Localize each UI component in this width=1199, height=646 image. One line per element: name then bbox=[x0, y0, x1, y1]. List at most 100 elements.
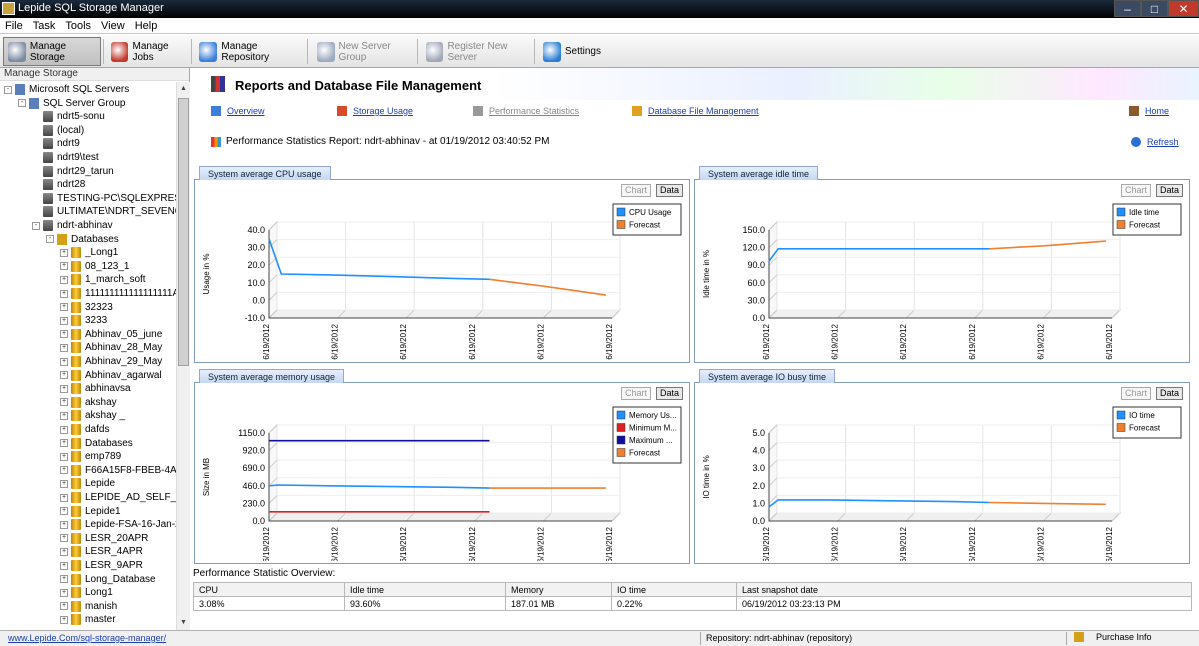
expand-icon[interactable]: + bbox=[60, 275, 68, 284]
tree-node[interactable]: + master bbox=[60, 613, 116, 626]
chart-tab-title[interactable]: System average idle time bbox=[699, 166, 819, 180]
nav-link-overview[interactable]: Overview bbox=[211, 106, 265, 116]
expand-icon[interactable]: + bbox=[60, 479, 68, 488]
tree-node[interactable]: +ndrt28 bbox=[32, 178, 85, 191]
chart-tab-title[interactable]: System average IO busy time bbox=[699, 369, 836, 383]
expand-icon[interactable]: + bbox=[60, 575, 68, 584]
scrollbar-thumb[interactable] bbox=[178, 98, 189, 366]
expand-icon[interactable]: + bbox=[60, 411, 68, 420]
expand-icon[interactable]: + bbox=[60, 384, 68, 393]
website-link[interactable]: www.Lepide.Com/sql-storage-manager/ bbox=[8, 633, 166, 643]
collapse-icon[interactable]: - bbox=[4, 85, 12, 94]
tree-node[interactable]: + Lepide1 bbox=[60, 505, 121, 518]
tree-node[interactable]: +ndrt5-sonu bbox=[32, 110, 105, 123]
tree-node[interactable]: + LESR_9APR bbox=[60, 559, 143, 572]
toolbar-settings-button[interactable]: Settings bbox=[539, 37, 605, 66]
tree-node[interactable]: +1_march_soft bbox=[60, 273, 146, 286]
collapse-icon[interactable]: - bbox=[18, 99, 26, 108]
menu-view[interactable]: View bbox=[96, 18, 130, 34]
menu-help[interactable]: Help bbox=[130, 18, 163, 34]
tree-node[interactable]: + emp789 bbox=[60, 450, 121, 463]
tree-node[interactable]: +32323 bbox=[60, 301, 113, 314]
nav-link-home[interactable]: Home bbox=[1129, 106, 1169, 116]
expand-icon[interactable]: + bbox=[60, 534, 68, 543]
expand-icon[interactable]: + bbox=[60, 493, 68, 502]
expand-icon[interactable]: + bbox=[60, 466, 68, 475]
tree-node[interactable]: + Long1 bbox=[60, 586, 113, 599]
tree-node[interactable]: - Microsoft SQL Servers bbox=[4, 83, 129, 96]
chart-tab-title[interactable]: System average CPU usage bbox=[199, 166, 331, 180]
tree-node[interactable]: +ndrt29_tarun bbox=[32, 165, 114, 178]
expand-icon[interactable]: + bbox=[60, 289, 68, 298]
tree-node[interactable]: + akshay bbox=[60, 396, 117, 409]
expand-icon[interactable]: + bbox=[60, 316, 68, 325]
nav-link-database-file-management[interactable]: Database File Management bbox=[632, 106, 759, 116]
expand-icon[interactable]: + bbox=[60, 398, 68, 407]
table-row[interactable]: 3.08% 93.60% 187.01 MB 0.22% 06/19/2012 … bbox=[193, 596, 1192, 611]
tree-node[interactable]: + akshay _ bbox=[60, 409, 125, 422]
tree-node[interactable]: + Abhinav_28_May bbox=[60, 341, 162, 354]
tree-node[interactable]: +ULTIMATE\NDRT_SEVEN64 bbox=[32, 205, 176, 218]
data-view-button[interactable]: Data bbox=[656, 387, 684, 400]
chart-view-button[interactable]: Chart bbox=[621, 184, 652, 197]
expand-icon[interactable]: + bbox=[60, 615, 68, 624]
chart-view-button[interactable]: Chart bbox=[1121, 387, 1152, 400]
tree-node[interactable]: +ndrt9\test bbox=[32, 151, 99, 164]
purchase-info[interactable]: Purchase Info bbox=[1074, 632, 1152, 642]
tree-node[interactable]: + Databases bbox=[60, 437, 133, 450]
expand-icon[interactable]: + bbox=[60, 343, 68, 352]
expand-icon[interactable]: + bbox=[60, 357, 68, 366]
tree-node[interactable]: - Databases bbox=[46, 233, 119, 246]
scroll-up-icon[interactable]: ▲ bbox=[177, 82, 190, 95]
expand-icon[interactable]: + bbox=[60, 507, 68, 516]
tree-node[interactable]: +TESTING-PC\SQLEXPRESS bbox=[32, 192, 176, 205]
expand-icon[interactable]: + bbox=[60, 547, 68, 556]
expand-icon[interactable]: + bbox=[60, 439, 68, 448]
tree-node[interactable]: +08_123_1 bbox=[60, 260, 130, 273]
data-view-button[interactable]: Data bbox=[1156, 387, 1184, 400]
expand-icon[interactable]: + bbox=[60, 303, 68, 312]
expand-icon[interactable]: + bbox=[60, 425, 68, 434]
expand-icon[interactable]: + bbox=[60, 561, 68, 570]
data-view-button[interactable]: Data bbox=[1156, 184, 1184, 197]
tree-node[interactable]: + abhinavsa bbox=[60, 382, 131, 395]
menu-file[interactable]: File bbox=[0, 18, 28, 34]
tree-scrollbar[interactable]: ▲ ▼ bbox=[176, 82, 190, 630]
data-view-button[interactable]: Data bbox=[656, 184, 684, 197]
tree-node[interactable]: + dafds bbox=[60, 423, 109, 436]
tree-node[interactable]: + Abhinav_agarwal bbox=[60, 369, 162, 382]
menu-task[interactable]: Task bbox=[28, 18, 61, 34]
tree-node[interactable]: + Lepide-FSA-16-Jan-20 bbox=[60, 518, 176, 531]
tree-node[interactable]: + Lepide bbox=[60, 477, 115, 490]
collapse-icon[interactable]: - bbox=[46, 235, 54, 244]
toolbar-manage-repository-button[interactable]: Manage Repository bbox=[195, 37, 305, 66]
tree-node[interactable]: +111111111111111111A bbox=[60, 287, 176, 300]
nav-link-storage-usage[interactable]: Storage Usage bbox=[337, 106, 413, 116]
chart-tab-title[interactable]: System average memory usage bbox=[199, 369, 345, 383]
expand-icon[interactable]: + bbox=[60, 262, 68, 271]
toolbar-manage-storage-button[interactable]: Manage Storage bbox=[3, 37, 101, 66]
close-button[interactable]: ✕ bbox=[1168, 0, 1199, 17]
tree-node[interactable]: + Abhinav_05_june bbox=[60, 328, 162, 341]
tree-node[interactable]: + LESR_20APR bbox=[60, 532, 148, 545]
toolbar-manage-jobs-button[interactable]: Manage Jobs bbox=[107, 37, 189, 66]
expand-icon[interactable]: + bbox=[60, 520, 68, 529]
expand-icon[interactable]: + bbox=[60, 602, 68, 611]
collapse-icon[interactable]: - bbox=[32, 221, 40, 230]
refresh-link[interactable]: Refresh bbox=[1131, 137, 1179, 147]
expand-icon[interactable]: + bbox=[60, 248, 68, 257]
expand-icon[interactable]: + bbox=[60, 452, 68, 461]
expand-icon[interactable]: + bbox=[60, 371, 68, 380]
tree-node[interactable]: + _Long1 bbox=[60, 246, 118, 259]
chart-view-button[interactable]: Chart bbox=[1121, 184, 1152, 197]
menu-tools[interactable]: Tools bbox=[60, 18, 96, 34]
tree-node[interactable]: + Long_Database bbox=[60, 573, 156, 586]
tree-node[interactable]: +3233 bbox=[60, 314, 107, 327]
chart-view-button[interactable]: Chart bbox=[621, 387, 652, 400]
tree-node[interactable]: + LESR_4APR bbox=[60, 545, 143, 558]
maximize-button[interactable]: □ bbox=[1141, 0, 1168, 17]
tree-node[interactable]: + Abhinav_29_May bbox=[60, 355, 162, 368]
tree-node[interactable]: +(local) bbox=[32, 124, 84, 137]
tree-node[interactable]: +ndrt9 bbox=[32, 137, 80, 150]
nav-link-performance-statistics[interactable]: Performance Statistics bbox=[473, 106, 579, 116]
